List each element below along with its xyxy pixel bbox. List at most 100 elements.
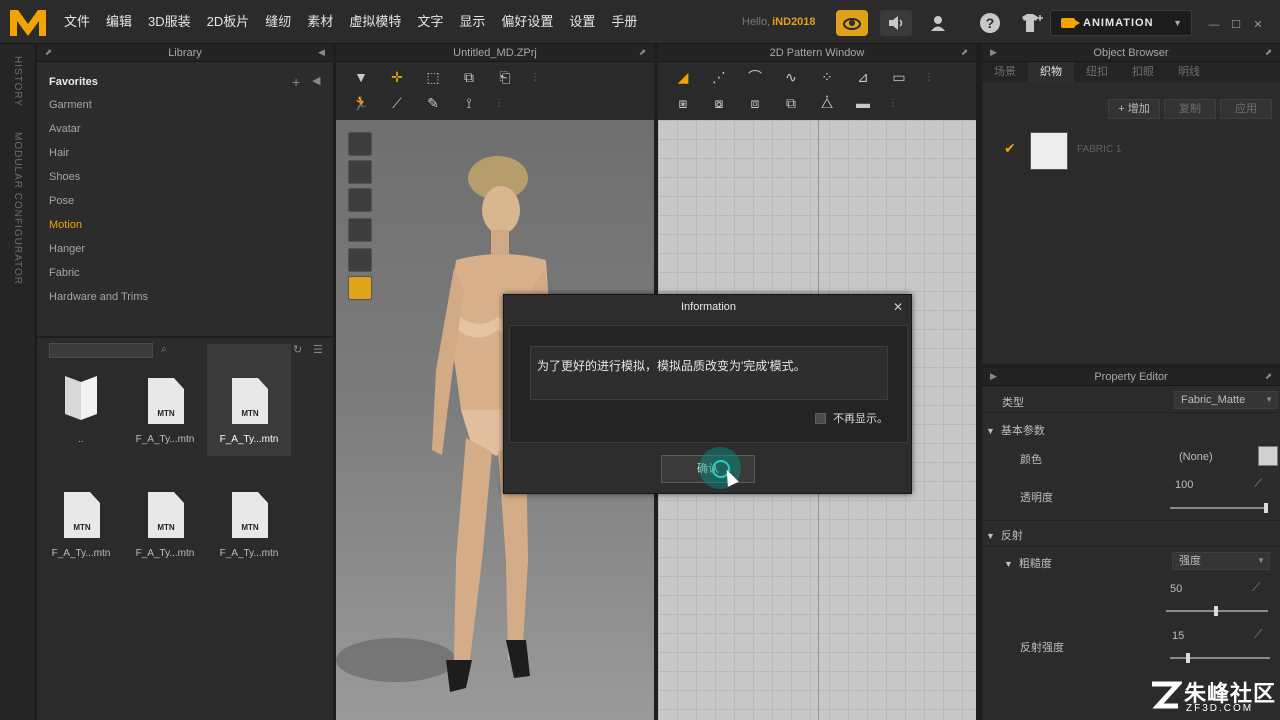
- tool-fabric[interactable]: [348, 218, 372, 242]
- menu-manual[interactable]: 手册: [603, 0, 645, 44]
- file-tile-folder[interactable]: ..: [39, 344, 123, 456]
- undock-icon[interactable]: ⬈: [1263, 371, 1274, 381]
- wrench-icon[interactable]: ⟋: [1254, 476, 1262, 491]
- transform-icon[interactable]: ⧉: [458, 67, 480, 87]
- basic-params-section[interactable]: ▼ 基本参数: [986, 422, 1045, 438]
- wrench-icon[interactable]: ⟋: [1252, 580, 1260, 595]
- roughness-section[interactable]: ▼ 粗糙度: [1004, 555, 1052, 571]
- move-tool-icon[interactable]: ✛: [386, 67, 408, 87]
- close-icon[interactable]: ✕: [891, 300, 905, 314]
- simulate-icon[interactable]: ▼: [350, 67, 372, 87]
- garment-add-button[interactable]: [1016, 10, 1048, 36]
- expand-icon[interactable]: ▶: [988, 371, 999, 381]
- collapse-icon[interactable]: ◀: [316, 47, 327, 57]
- reflect-intensity-slider-knob[interactable]: [1186, 653, 1190, 663]
- free-sew-icon[interactable]: ⧇: [708, 93, 730, 113]
- polygon-icon[interactable]: ⊿: [852, 67, 874, 87]
- undock-icon[interactable]: ⬈: [1263, 47, 1274, 57]
- add-point-icon[interactable]: ⁘: [816, 67, 838, 87]
- menu-avatar[interactable]: 虚拟模特: [341, 0, 409, 44]
- tool-shirt-front[interactable]: [348, 132, 372, 156]
- library-item-shoes[interactable]: Shoes: [49, 171, 80, 183]
- menu-3d-garment[interactable]: 3D服装: [140, 0, 199, 44]
- menu-display[interactable]: 显示: [451, 0, 493, 44]
- copy-button[interactable]: 复制: [1164, 99, 1216, 119]
- more-icon[interactable]: ⋮: [494, 93, 504, 113]
- modular-configurator-tab[interactable]: MODULAR CONFIGURATOR: [12, 132, 23, 285]
- tab-scene[interactable]: 场景: [982, 62, 1028, 82]
- tab-fabric[interactable]: 织物: [1028, 62, 1074, 82]
- file-tile[interactable]: MTN F_A_Ty...mtn: [207, 458, 291, 570]
- file-tile[interactable]: MTN F_A_Ty...mtn: [123, 344, 207, 456]
- undock-icon[interactable]: ⬈: [959, 47, 970, 57]
- tool-avatar-display[interactable]: [348, 276, 372, 300]
- color-swatch[interactable]: [1258, 446, 1278, 466]
- undock-icon[interactable]: ⬈: [43, 47, 54, 57]
- add-button[interactable]: + 增加: [1108, 99, 1160, 119]
- dont-show-again-checkbox[interactable]: 不再显示。: [815, 410, 888, 426]
- close-window-button[interactable]: ✕: [1250, 18, 1266, 32]
- roughness-value[interactable]: 50: [1170, 583, 1182, 595]
- library-item-motion[interactable]: Motion: [49, 219, 82, 231]
- history-tab[interactable]: HISTORY: [12, 56, 23, 107]
- roughness-slider-knob[interactable]: [1214, 606, 1218, 616]
- tool-texture[interactable]: [348, 248, 372, 272]
- tool-avatar[interactable]: [348, 188, 372, 212]
- expand-icon[interactable]: ▶: [988, 47, 999, 57]
- library-item-avatar[interactable]: Avatar: [49, 123, 81, 135]
- apply-button[interactable]: 应用: [1220, 99, 1272, 119]
- file-tile[interactable]: MTN F_A_Ty...mtn: [123, 458, 207, 570]
- roughness-mode-select[interactable]: 强度 ▼: [1172, 552, 1270, 570]
- check-sew-icon[interactable]: ⧉: [780, 93, 802, 113]
- edit-point-icon[interactable]: ⋰: [708, 67, 730, 87]
- file-tile[interactable]: MTN F_A_Ty...mtn: [39, 458, 123, 570]
- library-item-hair[interactable]: Hair: [49, 147, 69, 159]
- library-item-hanger[interactable]: Hanger: [49, 243, 85, 255]
- maximize-button[interactable]: ☐: [1228, 18, 1244, 32]
- list-view-icon[interactable]: ☰: [313, 343, 323, 356]
- user-button[interactable]: [924, 10, 952, 36]
- cloud-button[interactable]: [836, 10, 868, 36]
- tab-buttonholes[interactable]: 扣眼: [1120, 62, 1166, 82]
- checkbox-box[interactable]: [815, 412, 826, 424]
- refresh-icon[interactable]: ↻: [293, 343, 302, 356]
- library-item-garment[interactable]: Garment: [49, 99, 92, 111]
- menu-2d-pattern[interactable]: 2D板片: [199, 0, 258, 44]
- reflection-section[interactable]: ▼ 反射: [986, 527, 1023, 543]
- tool-shirt-back[interactable]: [348, 160, 372, 184]
- back-arrow-icon[interactable]: ◀: [312, 74, 320, 87]
- select-box-icon[interactable]: ⬚: [422, 67, 444, 87]
- library-item-pose[interactable]: Pose: [49, 195, 74, 207]
- menu-edit[interactable]: 编辑: [98, 0, 140, 44]
- opacity-value[interactable]: 100: [1175, 479, 1193, 491]
- more-icon[interactable]: ⋮: [924, 67, 934, 87]
- type-select[interactable]: Fabric_Matte ▼: [1174, 391, 1278, 409]
- wrench-icon[interactable]: ⟋: [1254, 627, 1262, 642]
- fabric-list-item[interactable]: ✔ FABRIC 1: [992, 130, 1272, 170]
- file-tile-selected[interactable]: MTN F_A_Ty...mtn: [207, 344, 291, 456]
- iron-icon[interactable]: ▬: [852, 93, 874, 113]
- more-icon[interactable]: ⋮: [888, 93, 898, 113]
- reflect-intensity-value[interactable]: 15: [1172, 630, 1184, 642]
- tack-sew-icon[interactable]: ⧊: [816, 93, 838, 113]
- tab-topstitch[interactable]: 明线: [1166, 62, 1212, 82]
- undock-icon[interactable]: ⬈: [637, 47, 648, 57]
- opacity-slider-track[interactable]: [1170, 507, 1268, 509]
- curvature-icon[interactable]: ∿: [780, 67, 802, 87]
- rectangle-icon[interactable]: ▭: [888, 67, 910, 87]
- edit-sew-icon[interactable]: ⧈: [744, 93, 766, 113]
- library-item-fabric[interactable]: Fabric: [49, 267, 80, 279]
- menu-settings[interactable]: 设置: [561, 0, 603, 44]
- edit-curve-icon[interactable]: ⌒: [744, 67, 766, 87]
- fold-icon[interactable]: ⎗: [494, 67, 516, 87]
- help-button[interactable]: ?: [976, 10, 1004, 36]
- animation-mode-button[interactable]: ANIMATION ▼: [1050, 10, 1192, 36]
- menu-file[interactable]: 文件: [56, 0, 98, 44]
- more-icon[interactable]: ⋮: [530, 67, 540, 87]
- menu-preferences[interactable]: 偏好设置: [493, 0, 561, 44]
- sound-button[interactable]: [880, 10, 912, 36]
- library-item-hardware[interactable]: Hardware and Trims: [49, 291, 148, 303]
- menu-text[interactable]: 文字: [409, 0, 451, 44]
- add-favorite-icon[interactable]: +: [292, 74, 300, 90]
- menu-materials[interactable]: 素材: [299, 0, 341, 44]
